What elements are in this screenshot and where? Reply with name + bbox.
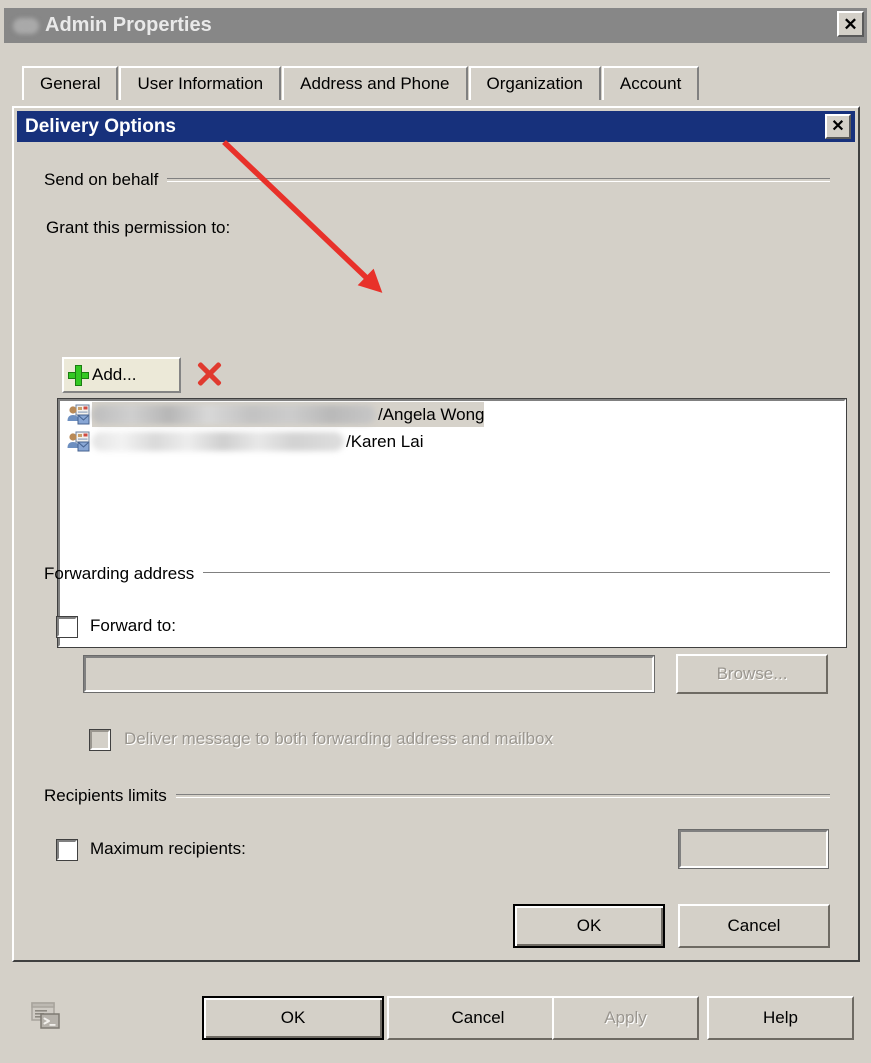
- redacted-text: [92, 432, 344, 451]
- group-caption-recipients-limits: Recipients limits: [44, 786, 167, 805]
- group-caption-send-on-behalf: Send on behalf: [44, 170, 159, 189]
- tab-account[interactable]: Account: [601, 66, 700, 100]
- delivery-options-dialog: Delivery Options ✕ Send on behalf Grant …: [12, 106, 860, 962]
- maximum-recipients-checkbox[interactable]: [56, 839, 78, 861]
- user-mailbox-icon: [67, 431, 90, 451]
- window-ok-button[interactable]: OK: [202, 996, 384, 1040]
- tab-address-and-phone[interactable]: Address and Phone: [282, 66, 468, 100]
- list-item-content: /Karen Lai: [92, 429, 424, 454]
- dialog-ok-button[interactable]: OK: [513, 904, 665, 948]
- powershell-script-icon: [31, 1002, 60, 1029]
- window-title: Admin Properties: [45, 14, 212, 36]
- user-mailbox-icon: [67, 404, 90, 424]
- close-icon[interactable]: ✕: [837, 11, 864, 37]
- group-rule: [203, 572, 830, 576]
- group-rule: [167, 178, 830, 182]
- dialog-close-icon[interactable]: ✕: [825, 114, 851, 139]
- tab-user-information[interactable]: User Information: [119, 66, 282, 100]
- window-titlebar[interactable]: Admin Properties ✕: [4, 8, 867, 43]
- tab-general[interactable]: General: [22, 66, 119, 100]
- list-item[interactable]: /Karen Lai: [60, 428, 844, 455]
- list-item-label: /Angela Wong: [378, 404, 485, 424]
- add-button[interactable]: Add...: [62, 357, 181, 393]
- deliver-both-label: Deliver message to both forwarding addre…: [124, 729, 554, 748]
- forward-to-input[interactable]: [83, 655, 655, 693]
- tab-organization[interactable]: Organization: [468, 66, 601, 100]
- forward-to-label: Forward to:: [90, 616, 176, 635]
- window-help-button[interactable]: Help: [707, 996, 854, 1040]
- group-rule: [175, 794, 830, 798]
- group-recipients-limits: Recipients limits: [44, 786, 830, 806]
- window-cancel-button[interactable]: Cancel: [387, 996, 569, 1040]
- permission-list[interactable]: /Angela Wong /Karen Lai: [57, 398, 847, 648]
- grant-permission-label: Grant this permission to:: [46, 218, 231, 237]
- redacted-text: [92, 405, 376, 424]
- group-forwarding-address: Forwarding address: [44, 564, 830, 584]
- maximum-recipients-label: Maximum recipients:: [90, 839, 246, 858]
- browse-button: Browse...: [676, 654, 828, 694]
- list-item-content: /Angela Wong: [92, 402, 485, 427]
- dialog-titlebar[interactable]: Delivery Options ✕: [17, 111, 855, 142]
- maximum-recipients-input[interactable]: [678, 829, 829, 869]
- forward-to-checkbox[interactable]: [56, 616, 78, 638]
- list-item-label: /Karen Lai: [346, 431, 424, 451]
- window-title-icon: [13, 17, 39, 34]
- window-apply-button: Apply: [552, 996, 699, 1040]
- list-item[interactable]: /Angela Wong: [60, 401, 844, 428]
- red-x-delete-icon[interactable]: [195, 360, 223, 388]
- green-plus-icon: [68, 364, 89, 386]
- deliver-both-checkbox: [89, 729, 111, 751]
- dialog-cancel-button[interactable]: Cancel: [678, 904, 830, 948]
- tab-strip: General User Information Address and Pho…: [22, 60, 862, 100]
- group-send-on-behalf: Send on behalf: [44, 170, 830, 190]
- add-button-label: Add...: [92, 365, 137, 384]
- admin-properties-window: Admin Properties ✕ General User Informat…: [0, 0, 871, 1063]
- dialog-title: Delivery Options: [25, 115, 176, 137]
- group-caption-forwarding-address: Forwarding address: [44, 564, 195, 583]
